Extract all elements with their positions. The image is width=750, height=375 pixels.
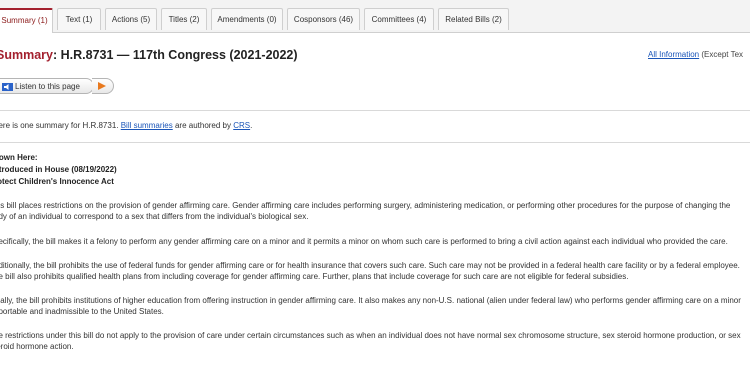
all-information-suffix: (Except Tex	[699, 50, 744, 59]
paragraph-line: inally, the bill prohibits institutions …	[0, 296, 741, 305]
paragraph-line: he restrictions under this bill do not a…	[0, 331, 741, 340]
all-information: All Information (Except Tex	[648, 50, 743, 59]
tab-titles[interactable]: Titles (2)	[161, 8, 207, 30]
summary-paragraph: he restrictions under this bill do not a…	[0, 330, 746, 352]
shown-here-heading: hown Here:	[0, 153, 38, 162]
act-title: rotect Children's Innocence Act	[0, 177, 114, 186]
tab-related-bills[interactable]: Related Bills (2)	[438, 8, 509, 30]
paragraph-line: pecifically, the bill makes it a felony …	[0, 237, 728, 246]
paragraph-line: his bill places restrictions on the prov…	[0, 201, 731, 210]
paragraph-line: teroid hormone action.	[0, 342, 74, 351]
crs-link[interactable]: CRS	[233, 121, 250, 130]
listen-widget: Listen to this page	[0, 78, 120, 96]
summary-word: Summary	[0, 48, 53, 62]
divider-top	[0, 110, 750, 111]
tab-text[interactable]: Text (1)	[57, 8, 101, 30]
tab-cosponsors[interactable]: Cosponsors (46)	[287, 8, 360, 30]
play-icon	[98, 82, 106, 90]
summary-paragraph: dditionally, the bill prohibits the use …	[0, 260, 746, 282]
paragraph-line: eportable and inadmissible to the United…	[0, 307, 164, 316]
info-prefix: here is one summary for H.R.8731.	[0, 121, 121, 130]
listen-button[interactable]: Listen to this page	[0, 78, 94, 94]
divider-middle	[0, 142, 750, 143]
speaker-icon	[2, 83, 13, 91]
paragraph-line: ody of an individual to correspond to a …	[0, 212, 309, 221]
play-button[interactable]	[92, 78, 114, 94]
tab-actions[interactable]: Actions (5)	[105, 8, 157, 30]
info-middle: are authored by	[172, 121, 234, 130]
summary-paragraph: pecifically, the bill makes it a felony …	[0, 236, 746, 247]
bill-title: : H.R.8731 — 117th Congress (2021-2022)	[52, 48, 298, 62]
summary-count-line: here is one summary for H.R.8731. Bill s…	[0, 121, 252, 130]
paragraph-line: he bill also prohibits qualified health …	[0, 272, 629, 281]
title-row: Summary: H.R.8731 — 117th Congress (2021…	[0, 48, 750, 68]
tab-summary[interactable]: Summary (1)	[0, 8, 53, 33]
tab-bar: Summary (1) Text (1) Actions (5) Titles …	[0, 0, 750, 33]
listen-label: Listen to this page	[15, 82, 80, 91]
summary-paragraph: inally, the bill prohibits institutions …	[0, 295, 746, 317]
summary-paragraph: his bill places restrictions on the prov…	[0, 200, 746, 222]
tab-amendments[interactable]: Amendments (0)	[211, 8, 283, 30]
page-title: Summary: H.R.8731 — 117th Congress (2021…	[0, 48, 298, 62]
all-information-link[interactable]: All Information	[648, 50, 699, 59]
version-stage: ntroduced in House (08/19/2022)	[0, 165, 117, 174]
tab-committees[interactable]: Committees (4)	[364, 8, 434, 30]
bill-summaries-link[interactable]: Bill summaries	[121, 121, 173, 130]
info-suffix: .	[250, 121, 253, 130]
paragraph-line: dditionally, the bill prohibits the use …	[0, 261, 740, 270]
